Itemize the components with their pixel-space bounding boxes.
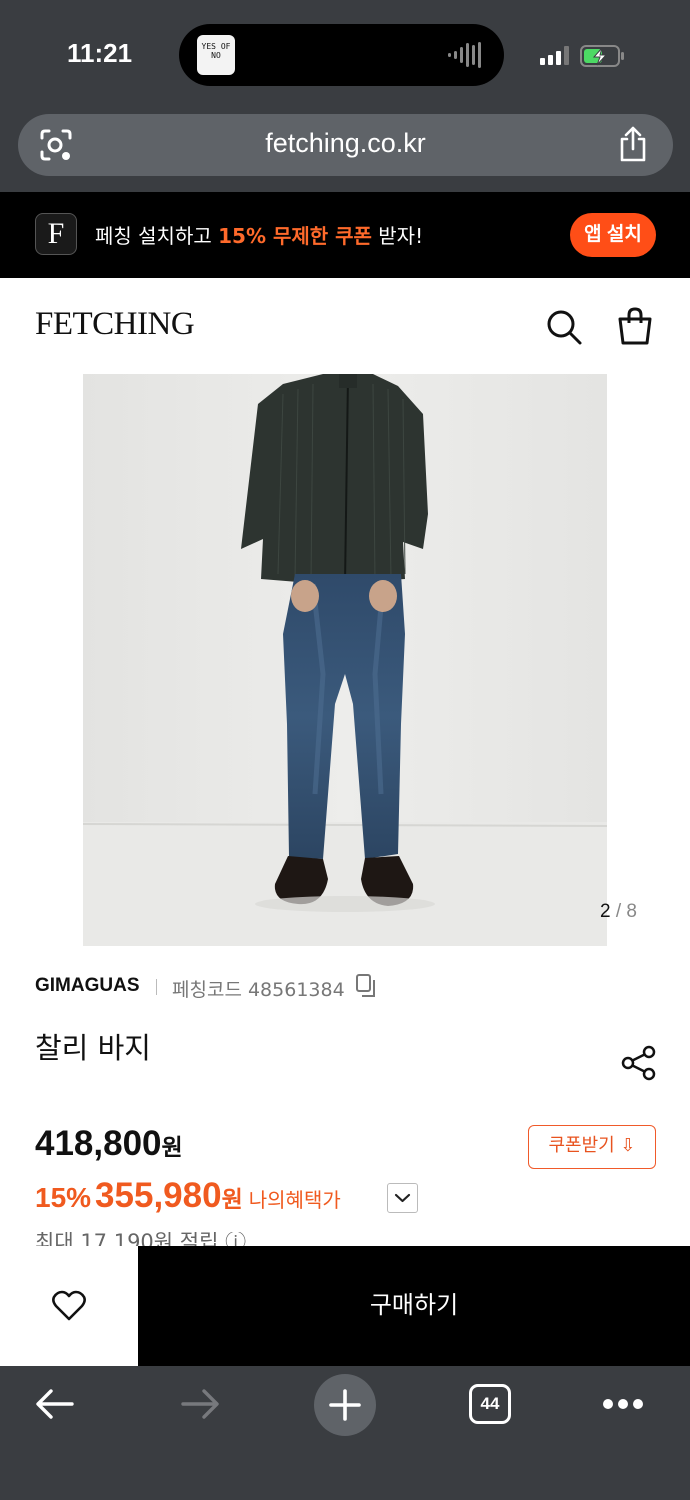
my-benefit-label: 나의혜택가: [248, 1188, 341, 1212]
address-bar[interactable]: fetching.co.kr: [18, 114, 673, 176]
product-image[interactable]: [83, 374, 607, 946]
coupon-download-button[interactable]: 쿠폰받기 ⇩: [528, 1125, 656, 1169]
brand-code-divider: [156, 979, 157, 995]
status-bar: 11:21 YES OF NO: [0, 0, 690, 110]
search-icon[interactable]: [545, 308, 583, 346]
cellular-signal-icon: [540, 46, 569, 65]
battery-charging-icon: [580, 45, 624, 67]
product-code: 페칭코드 48561384: [172, 979, 345, 1001]
original-price: 418,800원: [35, 1124, 183, 1164]
status-time: 11:21: [67, 38, 133, 68]
original-price-value: 418,800: [35, 1124, 162, 1163]
wishlist-button[interactable]: [0, 1246, 138, 1366]
url-text[interactable]: fetching.co.kr: [18, 128, 673, 159]
share-network-icon[interactable]: [620, 1044, 658, 1082]
audio-wave-icon: [448, 42, 481, 68]
points-info-partial: 최대 17,190원 적립 ⓘ: [35, 1232, 246, 1246]
now-playing-artwork: YES OF NO: [197, 35, 235, 75]
points-info-text: 최대 17,190원 적립 ⓘ: [35, 1232, 247, 1246]
browser-chrome: 11:21 YES OF NO fetching.co.kr: [0, 0, 690, 192]
banner-text-suffix: 받자!: [371, 224, 424, 248]
benefit-expand-button[interactable]: [387, 1183, 418, 1213]
app-install-button[interactable]: 앱 설치: [570, 213, 656, 257]
pager-current: 2: [600, 901, 611, 922]
product-title: 찰리 바지: [35, 1031, 151, 1065]
sale-price-row: 15% 355,980원 나의혜택가: [35, 1176, 341, 1216]
discount-percent: 15%: [35, 1182, 92, 1213]
banner-text-highlight: 15% 무제한 쿠폰: [218, 224, 372, 248]
chevron-down-icon: [394, 1193, 411, 1203]
dynamic-island[interactable]: YES OF NO: [179, 24, 504, 86]
fetching-app-logo: F: [35, 213, 77, 255]
pager-separator: /: [615, 901, 622, 922]
brand-name[interactable]: GIMAGUAS: [35, 975, 140, 997]
product-photo-illustration: [83, 374, 607, 946]
shopping-bag-icon[interactable]: [615, 306, 655, 346]
tabs-button[interactable]: 44: [469, 1384, 511, 1424]
banner-text-prefix: 페칭 설치하고: [95, 224, 219, 248]
share-icon[interactable]: [617, 125, 649, 163]
site-logo[interactable]: FETCHING: [35, 306, 195, 343]
sale-price-currency: 원: [221, 1187, 243, 1213]
image-pager: 2 / 8: [600, 901, 670, 923]
forward-arrow-icon[interactable]: [179, 1386, 221, 1422]
back-arrow-icon[interactable]: [34, 1386, 76, 1422]
sale-price-value: 355,980: [95, 1176, 222, 1215]
banner-promo-text: 페칭 설치하고 15% 무제한 쿠폰 받자!: [95, 220, 423, 249]
pager-total: 8: [626, 901, 637, 922]
heart-icon: [52, 1290, 86, 1321]
original-price-currency: 원: [161, 1135, 183, 1161]
more-menu-icon[interactable]: [602, 1397, 644, 1411]
copy-icon[interactable]: [356, 974, 376, 998]
buy-button[interactable]: 구매하기: [138, 1246, 690, 1366]
new-tab-plus-icon[interactable]: [313, 1373, 377, 1437]
